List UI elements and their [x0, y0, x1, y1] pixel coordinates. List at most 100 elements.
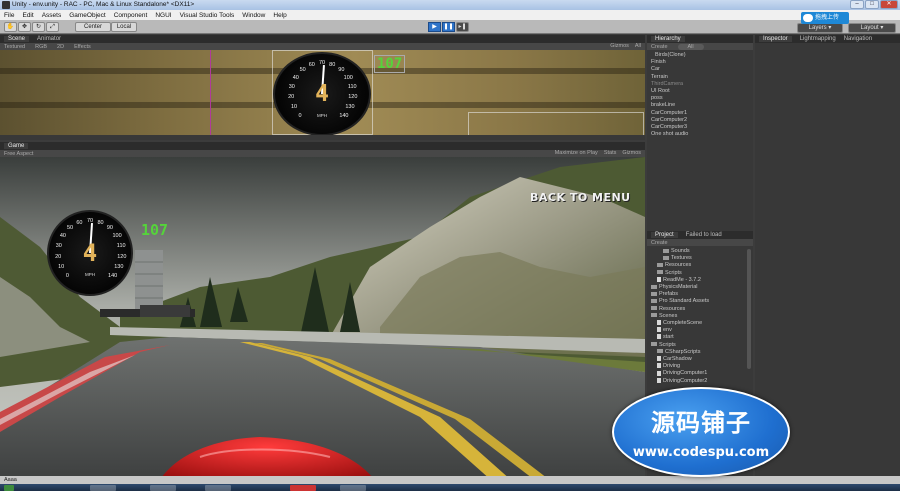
menu-window[interactable]: Window: [238, 12, 269, 19]
play-button[interactable]: ▶: [428, 22, 441, 32]
move-tool-button[interactable]: ✥: [18, 22, 31, 32]
aspect-dropdown[interactable]: Free Aspect: [4, 151, 33, 157]
hierarchy-item[interactable]: CarComputer2: [651, 117, 753, 124]
hierarchy-item[interactable]: Birds(Clone): [651, 52, 753, 59]
tab-failed-to-load[interactable]: Failed to load: [686, 232, 722, 238]
project-scrollbar[interactable]: [747, 249, 751, 369]
tab-project[interactable]: Project: [651, 232, 678, 238]
layers-dropdown[interactable]: Layers ▾: [797, 23, 843, 33]
upload-badge[interactable]: 拖拽上传: [801, 12, 849, 24]
project-item[interactable]: Resources: [651, 262, 753, 269]
menu-edit[interactable]: Edit: [18, 12, 37, 19]
tab-game[interactable]: Game: [4, 143, 29, 149]
minimize-button[interactable]: –: [850, 0, 864, 9]
step-button[interactable]: ▸❚: [456, 22, 469, 32]
menu-ngui[interactable]: NGUI: [151, 12, 175, 19]
gauge-tick-label: 20: [288, 94, 295, 101]
file-icon: [657, 370, 661, 376]
pivot-local-button[interactable]: Local: [111, 22, 137, 32]
rotate-tool-button[interactable]: ↻: [32, 22, 45, 32]
hierarchy-item[interactable]: poss: [651, 95, 753, 102]
stats-toggle[interactable]: Stats: [604, 150, 617, 156]
scale-tool-button[interactable]: ⤢: [46, 22, 59, 32]
tab-lightmapping[interactable]: Lightmapping: [800, 36, 836, 42]
tab-animator[interactable]: Animator: [37, 36, 61, 42]
hierarchy-item[interactable]: ThirdCamera: [651, 81, 753, 88]
toggle-2d-button[interactable]: 2D: [57, 44, 64, 50]
project-item[interactable]: DrivingComputer2: [651, 378, 753, 385]
project-item[interactable]: DrivingComputer1: [651, 370, 753, 377]
tab-scene[interactable]: Scene: [4, 36, 30, 42]
project-item[interactable]: CompleteScene: [651, 320, 753, 327]
tab-navigation[interactable]: Navigation: [844, 36, 872, 42]
pivot-center-button[interactable]: Center: [75, 22, 111, 32]
shading-dropdown[interactable]: Textured: [4, 44, 25, 50]
project-item[interactable]: Sounds: [651, 248, 753, 255]
scene-gizmos-dropdown[interactable]: Gizmos: [610, 43, 629, 49]
effects-dropdown[interactable]: Effects: [74, 44, 91, 50]
project-item[interactable]: Prefabs: [651, 291, 753, 298]
taskbar-app[interactable]: [290, 485, 316, 491]
taskbar-app[interactable]: [340, 485, 366, 491]
project-item[interactable]: Scripts: [651, 270, 753, 277]
project-item[interactable]: CarShadow: [651, 356, 753, 363]
maximize-on-play-toggle[interactable]: Maximize on Play: [555, 150, 598, 156]
hand-tool-button[interactable]: ✋: [4, 22, 17, 32]
hierarchy-item[interactable]: CarComputer1: [651, 110, 753, 117]
menu-visual-studio-tools[interactable]: Visual Studio Tools: [176, 12, 239, 19]
project-item[interactable]: Textures: [651, 255, 753, 262]
project-item[interactable]: env: [651, 327, 753, 334]
project-item[interactable]: PhysicsMaterial: [651, 284, 753, 291]
game-gizmos-dropdown[interactable]: Gizmos: [622, 150, 641, 156]
tab-inspector[interactable]: Inspector: [759, 36, 792, 42]
hierarchy-item[interactable]: brakeLine: [651, 102, 753, 109]
project-item[interactable]: Driving: [651, 363, 753, 370]
project-item[interactable]: Scripts: [651, 342, 753, 349]
gauge-tick-label: 100: [112, 232, 122, 239]
close-button[interactable]: ✕: [880, 0, 898, 9]
back-to-menu-button[interactable]: BACK TO MENU: [530, 191, 631, 204]
project-create-dropdown[interactable]: Create: [651, 240, 668, 246]
game-speedometer-gauge: 0 10 20 30 40 50 60 70 80 90 100 110 120 130 140 4 MPH: [47, 210, 133, 296]
start-button[interactable]: [4, 485, 14, 491]
project-tabbar: Project Failed to load: [647, 231, 753, 239]
project-item[interactable]: Pro Standard Assets: [651, 298, 753, 305]
color-mode-dropdown[interactable]: RGB: [35, 44, 47, 50]
file-icon: [657, 320, 661, 326]
gauge-tick-label: 10: [291, 104, 298, 111]
gauge-tick-label: 130: [345, 104, 355, 111]
hierarchy-item[interactable]: UI Root: [651, 88, 753, 95]
scene-search-input[interactable]: All: [635, 43, 641, 49]
hierarchy-search-input[interactable]: All: [677, 43, 704, 50]
hierarchy-item[interactable]: Car: [651, 66, 753, 73]
hierarchy-item[interactable]: One shot audio: [651, 131, 753, 138]
gear-indicator: 4: [82, 239, 98, 267]
pause-button[interactable]: ❚❚: [442, 22, 455, 32]
hierarchy-create-dropdown[interactable]: Create: [651, 44, 668, 50]
maximize-button[interactable]: □: [865, 0, 879, 9]
project-item[interactable]: Resources: [651, 306, 753, 313]
hierarchy-item[interactable]: Finish: [651, 59, 753, 66]
taskbar-app[interactable]: [150, 485, 176, 491]
menu-file[interactable]: File: [0, 12, 18, 19]
project-item[interactable]: ReadMe - 3.7.2: [651, 277, 753, 284]
gauge-tick-label: 80: [97, 219, 104, 226]
taskbar-app[interactable]: [90, 485, 116, 491]
project-item[interactable]: Scenes: [651, 313, 753, 320]
tab-hierarchy[interactable]: Hierarchy: [651, 36, 685, 42]
menu-assets[interactable]: Assets: [38, 12, 66, 19]
project-item-label: CarShadow: [663, 356, 692, 363]
menu-gameobject[interactable]: GameObject: [65, 12, 110, 19]
menu-help[interactable]: Help: [269, 12, 290, 19]
scene-speedometer-gauge: 0 10 20 30 40 50 60 70 80 90 100 110 120 130 140 4 MPH: [273, 52, 371, 135]
menu-component[interactable]: Component: [110, 12, 152, 19]
taskbar-app[interactable]: [205, 485, 231, 491]
gear-indicator: 4: [315, 81, 329, 107]
hierarchy-item[interactable]: CarComputer3: [651, 124, 753, 131]
scene-viewport[interactable]: 0 10 20 30 40 50 60 70 80 90 100 110 120 130 140 4 MPH 1…: [0, 50, 645, 135]
project-item[interactable]: start: [651, 334, 753, 341]
project-item[interactable]: CSharpScripts: [651, 349, 753, 356]
game-viewport[interactable]: 0 10 20 30 40 50 60 70 80 90 100 110 120 130 140 4 MPH 1…: [0, 157, 645, 488]
layout-dropdown[interactable]: Layout ▾: [848, 23, 896, 33]
hierarchy-item[interactable]: Terrain: [651, 74, 753, 81]
